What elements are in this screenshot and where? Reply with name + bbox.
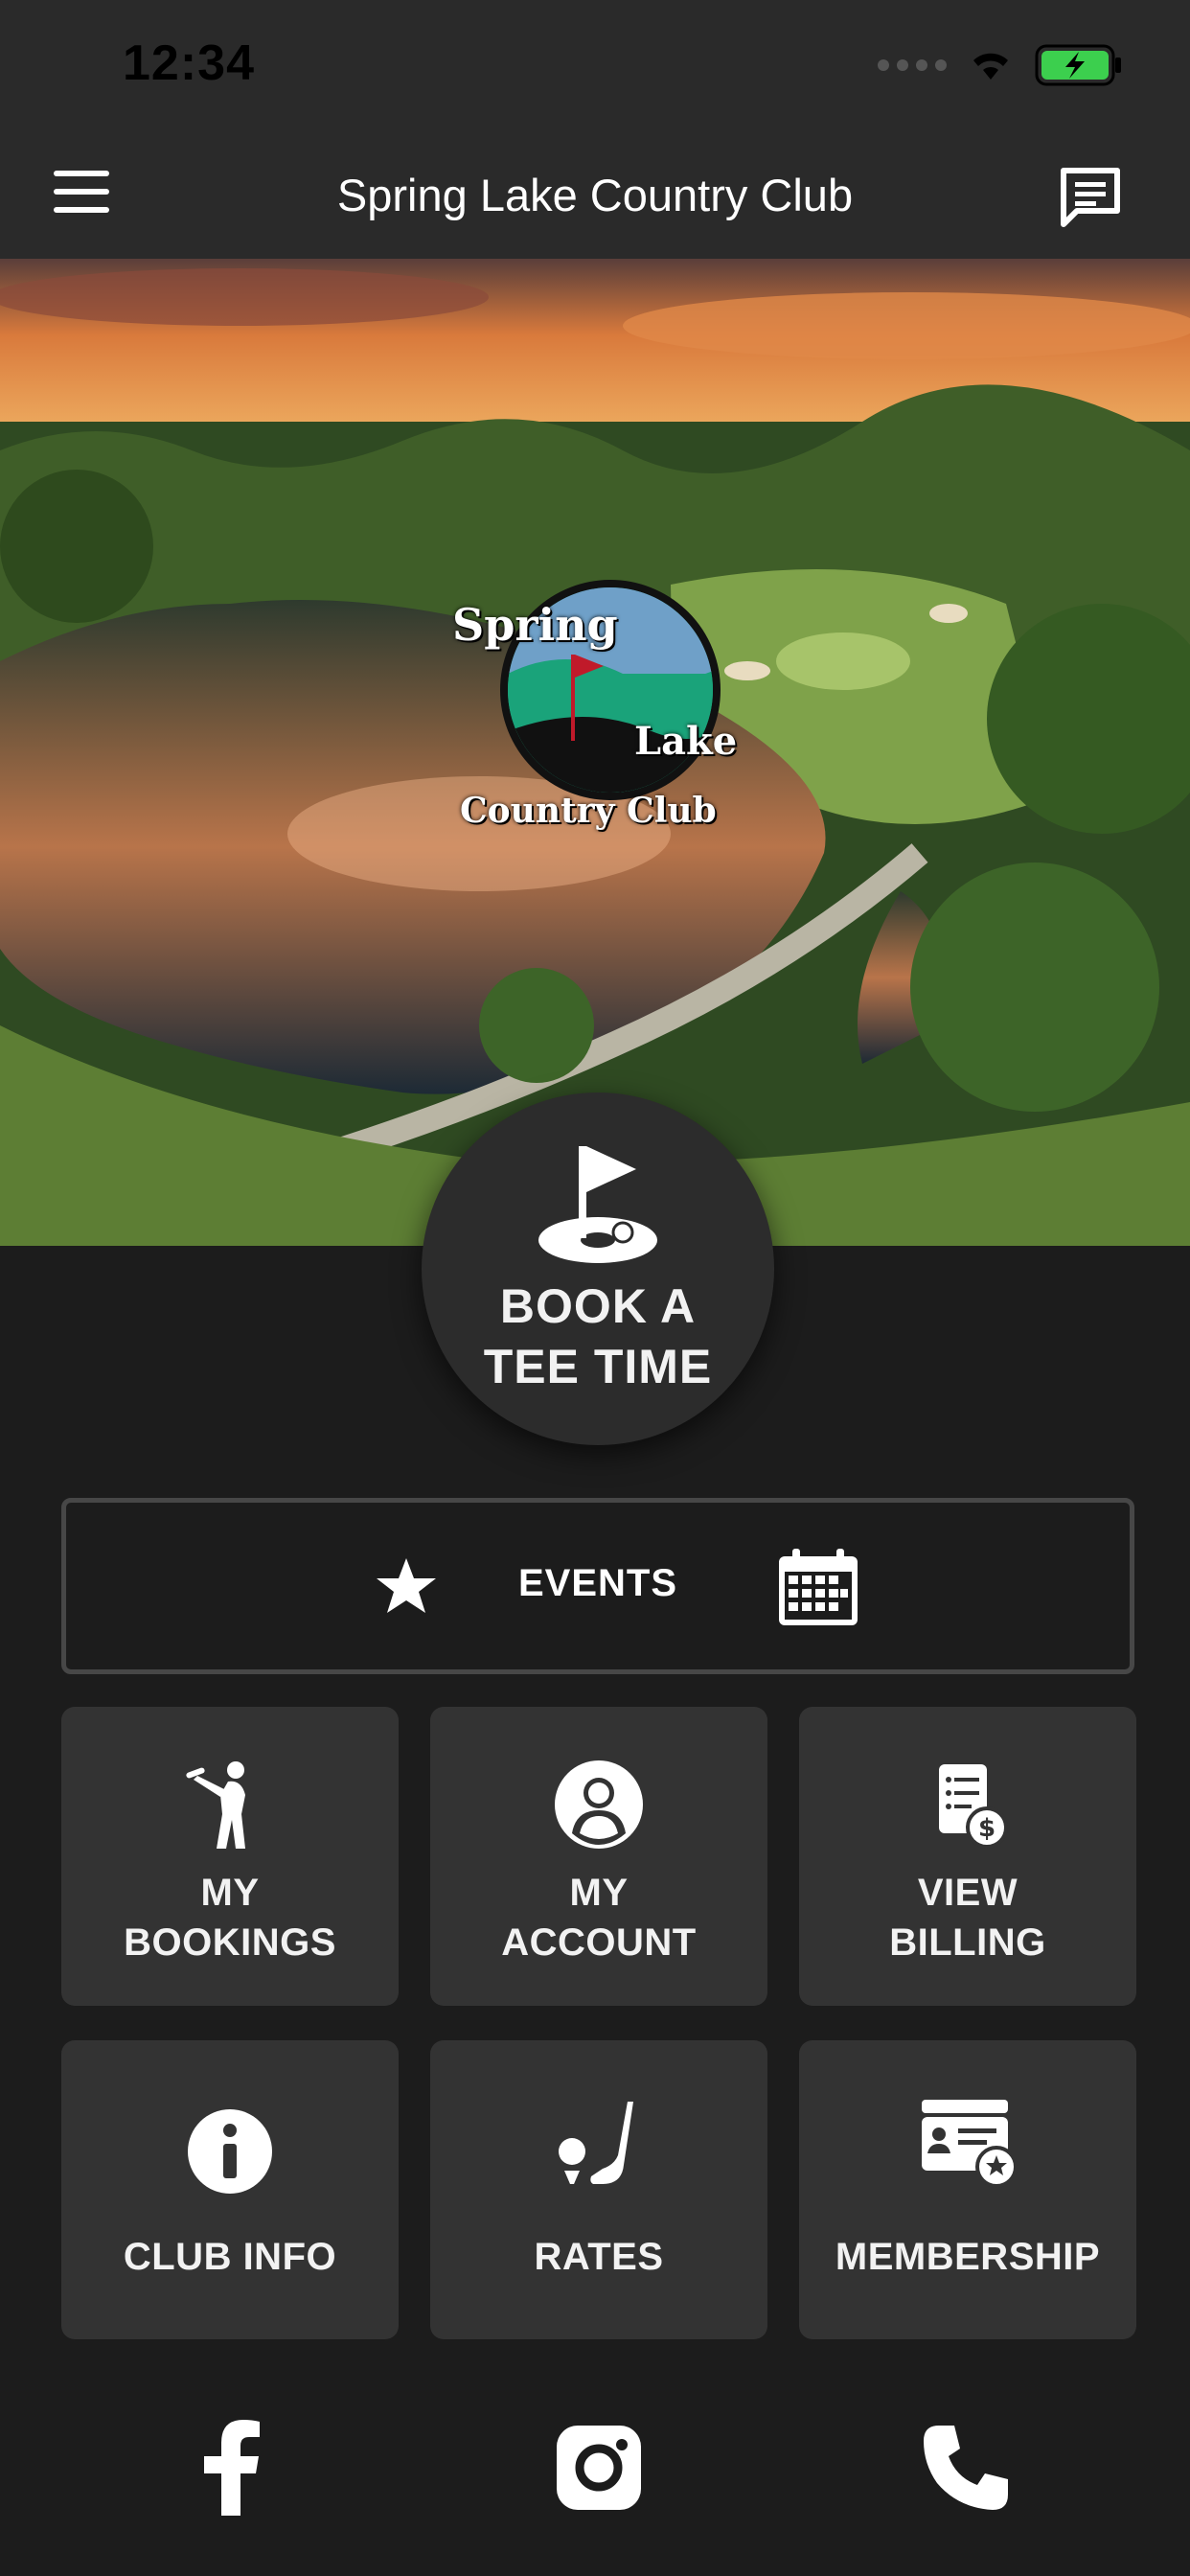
status-bar: 12:34 <box>0 0 1190 134</box>
events-button[interactable]: EVENTS <box>61 1498 1134 1674</box>
view-billing-button[interactable]: $ VIEW BILLING <box>799 1707 1136 2006</box>
instagram-button[interactable] <box>551 2420 647 2516</box>
my-account-button[interactable]: MY ACCOUNT <box>430 1707 767 2006</box>
wifi-icon <box>973 53 1008 80</box>
facebook-button[interactable] <box>183 2420 279 2516</box>
calendar-icon <box>779 1549 858 1625</box>
svg-text:$: $ <box>978 1814 995 1843</box>
book-label-line-1: BOOK A <box>499 1279 697 1333</box>
book-tee-time-button[interactable]: BOOK A TEE TIME <box>422 1092 774 1445</box>
instagram-icon <box>557 2426 641 2510</box>
membership-label: MEMBERSHIP <box>835 2236 1101 2278</box>
membership-button[interactable]: MEMBERSHIP <box>799 2040 1136 2339</box>
tile-label-line-1: MY <box>569 1872 629 1914</box>
events-label: EVENTS <box>517 1562 678 1604</box>
rates-label: RATES <box>534 2236 664 2278</box>
page-title: Spring Lake Country Club <box>336 170 854 220</box>
app-header: Spring Lake Country Club <box>0 134 1190 259</box>
phone-button[interactable] <box>918 2420 1014 2516</box>
phone-icon <box>924 2426 1008 2510</box>
facebook-icon <box>204 2420 260 2516</box>
info-icon <box>188 2109 272 2194</box>
logo-text-spring: Spring <box>452 599 618 651</box>
membership-card-icon <box>922 2100 1018 2188</box>
golf-club-icon <box>559 2102 633 2184</box>
tile-label-line-1: VIEW <box>917 1872 1018 1914</box>
golfer-icon <box>186 1761 245 1849</box>
tile-label-line-2: BILLING <box>889 1921 1046 1964</box>
my-account-label: MY ACCOUNT <box>430 1868 767 1967</box>
tile-label-line-2: ACCOUNT <box>501 1921 697 1964</box>
my-bookings-label: MY BOOKINGS <box>61 1868 399 1967</box>
battery-charging-icon <box>1035 44 1121 86</box>
club-logo: Spring Lake Country Club <box>443 570 749 848</box>
book-label-line-2: TEE TIME <box>483 1340 713 1393</box>
chat-icon[interactable] <box>1056 163 1125 232</box>
tile-label-line-2: BOOKINGS <box>124 1921 336 1964</box>
club-info-label: CLUB INFO <box>123 2236 337 2278</box>
tile-label-line-1: MY <box>200 1872 260 1914</box>
rates-button[interactable]: RATES <box>430 2040 767 2339</box>
user-icon <box>555 1760 643 1849</box>
logo-text-lake: Lake <box>634 719 738 764</box>
status-time: 12:34 <box>123 35 255 91</box>
view-billing-label: VIEW BILLING <box>799 1868 1136 1967</box>
cellular-signal-icon <box>878 59 947 71</box>
my-bookings-button[interactable]: MY BOOKINGS <box>61 1707 399 2006</box>
logo-text-country-club: Country Club <box>460 791 717 831</box>
club-info-button[interactable]: CLUB INFO <box>61 2040 399 2339</box>
golf-flag-icon <box>538 1146 657 1263</box>
status-icons <box>878 44 1123 86</box>
book-tee-time-label: BOOK A TEE TIME <box>422 1276 774 1397</box>
billing-icon: $ <box>939 1764 1008 1849</box>
